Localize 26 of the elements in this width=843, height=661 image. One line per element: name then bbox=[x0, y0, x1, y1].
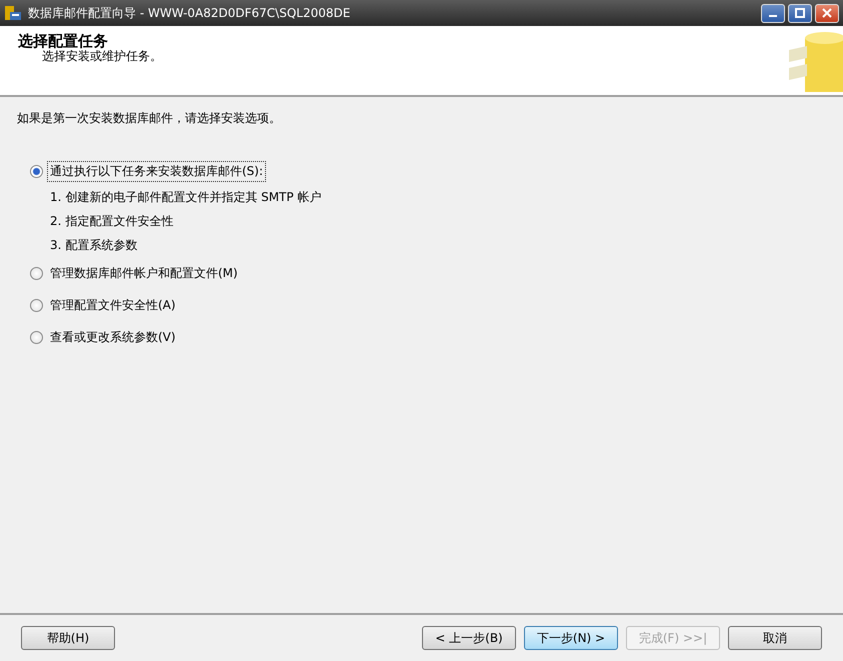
step-text: 2. 指定配置文件安全性 bbox=[49, 213, 174, 230]
option-label[interactable]: 管理配置文件安全性(A) bbox=[47, 294, 179, 316]
page-title: 选择配置任务 bbox=[18, 33, 109, 49]
maximize-button[interactable] bbox=[788, 4, 812, 22]
radio-button[interactable] bbox=[30, 164, 43, 178]
radio-button[interactable] bbox=[30, 298, 43, 312]
radio-button[interactable] bbox=[30, 266, 43, 280]
maximize-icon bbox=[795, 8, 805, 18]
close-icon bbox=[822, 8, 832, 18]
minimize-icon bbox=[769, 15, 777, 17]
cancel-button[interactable]: 取消 bbox=[728, 626, 822, 650]
page-subtitle: 选择安装或维护任务。 bbox=[41, 49, 162, 63]
option-label[interactable]: 查看或更改系统参数(V) bbox=[47, 326, 179, 348]
next-button[interactable]: 下一步(N) > bbox=[524, 626, 618, 650]
step-text: 1. 创建新的电子邮件配置文件并指定其 SMTP 帐户 bbox=[49, 189, 322, 206]
window-title: 数据库邮件配置向导 - WWW-0A82D0DF67C\SQL2008DE bbox=[28, 4, 352, 22]
radio-button[interactable] bbox=[30, 330, 43, 344]
option-label[interactable]: 管理数据库邮件帐户和配置文件(M) bbox=[47, 262, 241, 284]
step-text: 3. 配置系统参数 bbox=[49, 237, 138, 254]
minimize-button[interactable] bbox=[761, 4, 785, 22]
instruction-text: 如果是第一次安装数据库邮件，请选择安装选项。 bbox=[17, 111, 282, 125]
option-label[interactable]: 通过执行以下任务来安装数据库邮件(S): bbox=[47, 160, 266, 182]
close-button[interactable] bbox=[815, 4, 839, 22]
app-icon bbox=[4, 4, 22, 22]
help-button[interactable]: 帮助(H) bbox=[21, 626, 115, 650]
back-button[interactable]: < 上一步(B) bbox=[422, 626, 516, 650]
